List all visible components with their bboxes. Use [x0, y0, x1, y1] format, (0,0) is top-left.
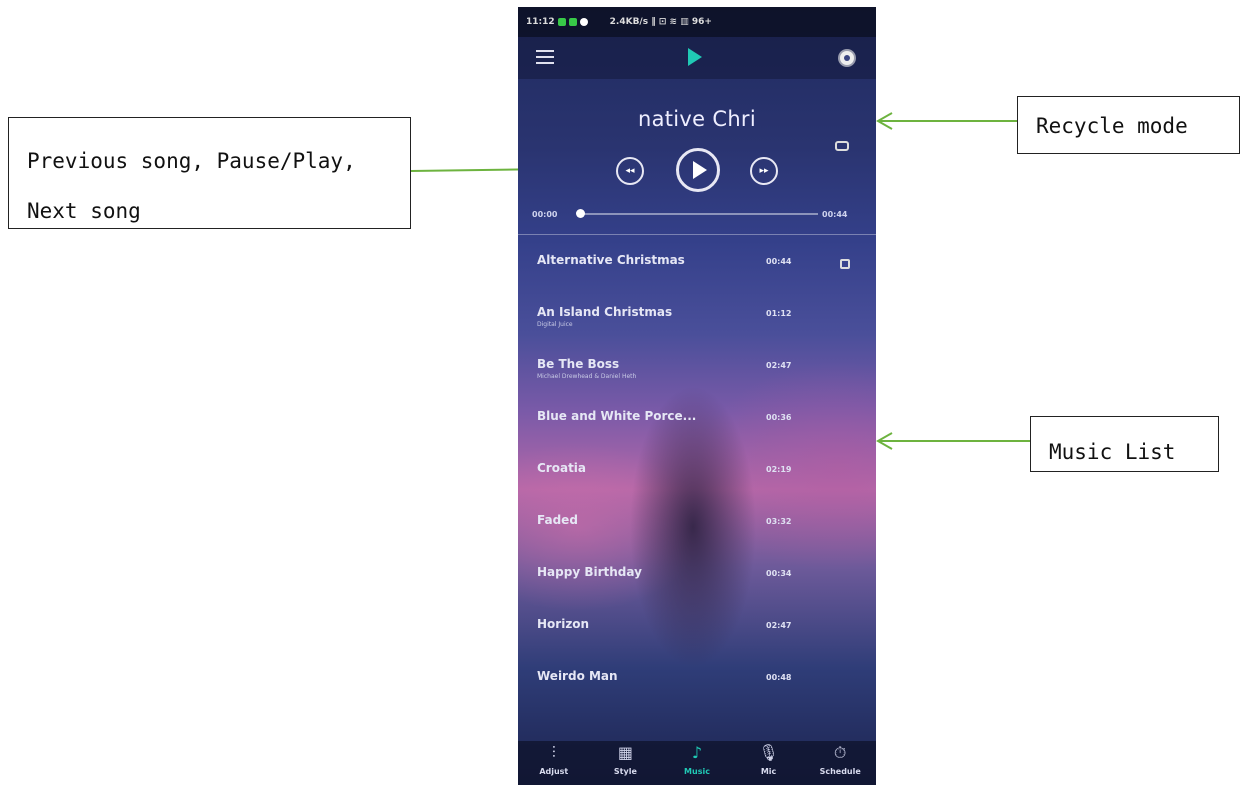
track-name: An Island Christmas: [537, 305, 673, 319]
grid-icon: ▦: [617, 743, 633, 762]
nav-label: Schedule: [819, 767, 861, 776]
track-row[interactable]: An Island Christmas Digital Juice 01:12: [518, 289, 876, 341]
nav-music[interactable]: ♪ Music: [661, 741, 733, 785]
menu-icon[interactable]: [536, 49, 554, 65]
track-name: Horizon: [537, 617, 590, 631]
play-logo-icon: [688, 48, 702, 66]
nav-label: Music: [684, 767, 710, 776]
notification-icon: [568, 18, 577, 26]
timer-icon: ⏱: [833, 743, 847, 762]
annotation-controls: Previous song, Pause/Play, Next song: [8, 117, 411, 229]
status-indicators: 2.4KB/s ‖ ⊡ ≋ ▥ 96+: [609, 17, 712, 27]
music-list: Alternative Christmas 00:44 An Island Ch…: [518, 237, 876, 705]
track-time: 00:44: [766, 257, 792, 266]
arrow-recycle-head: [875, 112, 893, 130]
track-row[interactable]: Be The Boss Michael Drewhead & Daniel He…: [518, 341, 876, 393]
track-artist: Digital Juice: [537, 321, 573, 328]
track-row[interactable]: Horizon 02:47: [518, 601, 876, 653]
track-time: 00:34: [766, 569, 792, 578]
track-time: 02:47: [766, 361, 792, 370]
track-artist: Michael Drewhead & Daniel Heth: [537, 373, 637, 380]
track-name: Croatia: [537, 461, 587, 475]
track-name: Happy Birthday: [537, 565, 642, 579]
elapsed-time: 00:00: [532, 210, 558, 219]
duration-time: 00:44: [822, 210, 848, 219]
now-playing-title: native Chri: [637, 107, 756, 131]
annotation-controls-line2: Next song: [27, 199, 141, 223]
track-time: 00:36: [766, 413, 792, 422]
divider: [518, 234, 876, 235]
nav-label: Adjust: [539, 767, 569, 776]
previous-icon: ◂◂: [625, 166, 635, 176]
annotation-recycle: Recycle mode: [1017, 96, 1240, 154]
track-time: 03:32: [766, 517, 792, 526]
track-row[interactable]: Blue and White Porce... 00:36: [518, 393, 876, 445]
track-row[interactable]: Weirdo Man 00:48: [518, 653, 876, 705]
mic-icon: 🎙: [758, 743, 779, 762]
status-bar: 11:12 2.4KB/s ‖ ⊡ ≋ ▥ 96+: [518, 7, 876, 37]
nav-mic[interactable]: 🎙 Mic: [733, 741, 805, 785]
track-name: Alternative Christmas: [537, 253, 685, 267]
bottom-nav: ⫶ Adjust ▦ Style ♪ Music 🎙 Mic ⏱ Schedul…: [518, 741, 876, 785]
nav-schedule[interactable]: ⏱ Schedule: [804, 741, 876, 785]
play-icon: [693, 161, 707, 179]
track-time: 00:48: [766, 673, 792, 682]
track-name: Faded: [537, 513, 578, 527]
status-time: 11:12: [526, 17, 555, 27]
previous-button[interactable]: ◂◂: [616, 157, 644, 185]
annotation-music-list: Music List: [1030, 416, 1219, 472]
play-pause-button[interactable]: [676, 148, 720, 192]
track-time: 01:12: [766, 309, 792, 318]
track-name: Blue and White Porce...: [537, 409, 697, 423]
track-row[interactable]: Faded 03:32: [518, 497, 876, 549]
gear-icon[interactable]: [840, 51, 854, 65]
track-time: 02:19: [766, 465, 792, 474]
arrow-music-head: [875, 432, 893, 450]
music-note-icon: ♪: [691, 743, 703, 762]
progress-bar[interactable]: [578, 213, 818, 215]
nav-style[interactable]: ▦ Style: [590, 741, 662, 785]
track-row[interactable]: Happy Birthday 00:34: [518, 549, 876, 601]
phone-screen: 11:12 2.4KB/s ‖ ⊡ ≋ ▥ 96+ native Chri ◂◂…: [518, 7, 876, 785]
now-playing-icon: [840, 259, 850, 269]
nav-label: Mic: [760, 767, 777, 776]
track-row[interactable]: Croatia 02:19: [518, 445, 876, 497]
next-icon: ▸▸: [759, 166, 769, 176]
track-time: 02:47: [766, 621, 792, 630]
track-row[interactable]: Alternative Christmas 00:44: [518, 237, 876, 289]
app-bar: [518, 37, 876, 79]
repeat-icon[interactable]: [835, 141, 849, 151]
next-button[interactable]: ▸▸: [750, 157, 778, 185]
notification-icon: [579, 18, 588, 26]
progress-knob[interactable]: [576, 209, 585, 218]
notification-icon: [557, 18, 566, 26]
track-name: Weirdo Man: [537, 669, 618, 683]
nav-adjust[interactable]: ⫶ Adjust: [518, 741, 590, 785]
track-name: Be The Boss: [537, 357, 620, 371]
sliders-icon: ⫶: [551, 743, 556, 762]
annotation-controls-line1: Previous song, Pause/Play,: [27, 149, 356, 173]
nav-label: Style: [613, 767, 637, 776]
